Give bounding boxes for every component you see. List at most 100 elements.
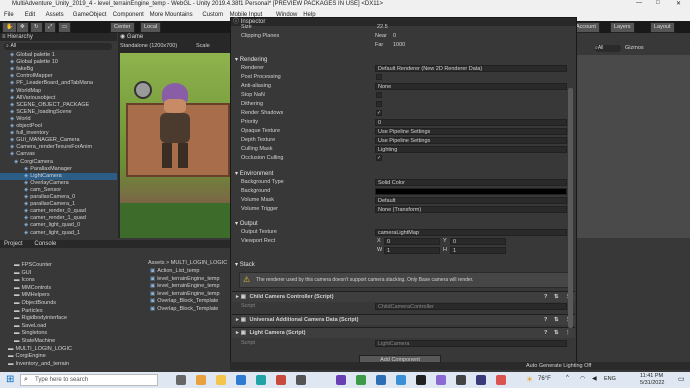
size-field[interactable]: 22.5 xyxy=(375,24,565,31)
scale-label[interactable]: Scale xyxy=(196,43,210,49)
hierarchy-item[interactable]: ◈ camer_render_0_quad xyxy=(0,208,117,215)
hierarchy-item[interactable]: ◈ SCENE_OBJECT_PACKAGE xyxy=(0,102,117,109)
project-folder-item[interactable]: ▬ SaveLoad xyxy=(14,323,46,330)
browser-icon[interactable] xyxy=(236,375,246,385)
project-tab[interactable]: Project xyxy=(4,241,23,247)
edge-icon[interactable] xyxy=(256,375,266,385)
project-folder-item[interactable]: ▬ Singletons xyxy=(14,330,47,337)
rendering-header[interactable]: ▾ Rendering xyxy=(235,56,267,64)
project-folder-item[interactable]: ▬ FPSCounter xyxy=(14,262,52,269)
hierarchy-item[interactable]: ◈ full_inventory xyxy=(0,130,117,137)
help-icon[interactable]: ? xyxy=(544,292,547,302)
language-text[interactable]: ENG xyxy=(604,376,616,382)
clock-date[interactable]: 5/31/2022 xyxy=(640,380,664,386)
app-icon-5[interactable] xyxy=(396,375,406,385)
menu-item-edit[interactable]: Edit xyxy=(25,12,35,18)
menu-item-file[interactable]: File xyxy=(4,12,14,18)
project-folder-item[interactable]: ▬ MMHelpers xyxy=(14,292,50,299)
app-icon-7[interactable] xyxy=(456,375,466,385)
stopnan-checkbox[interactable] xyxy=(376,92,382,98)
game-tab[interactable]: ◉ Game xyxy=(118,33,230,41)
hierarchy-item[interactable]: ◈ OverlayCamera xyxy=(0,180,117,187)
menu-item-component[interactable]: Component xyxy=(113,12,144,18)
occlusion-checkbox[interactable]: ✓ xyxy=(376,155,382,161)
task-view-icon[interactable] xyxy=(176,375,186,385)
scale-tool-button[interactable]: ⤢ xyxy=(44,22,57,33)
app-icon[interactable] xyxy=(196,375,206,385)
app-icon-3[interactable] xyxy=(296,375,306,385)
layers-dropdown[interactable]: Layers xyxy=(610,22,635,33)
app-icon-8[interactable] xyxy=(476,375,486,385)
help-icon[interactable]: ? xyxy=(544,315,547,325)
windows-start-icon[interactable]: ⊞ xyxy=(6,374,14,385)
hierarchy-item[interactable]: ◈ camer_light_quad_0 xyxy=(0,222,117,229)
background-color-swatch[interactable] xyxy=(375,188,567,195)
hierarchy-item[interactable]: ◈ ParallaxManager xyxy=(0,166,117,173)
hierarchy-item[interactable]: ◈ parallaxCamera_1 xyxy=(0,201,117,208)
near-field[interactable]: 0 xyxy=(391,33,565,40)
layout-dropdown[interactable]: Layout xyxy=(650,22,675,33)
vh-field[interactable]: 1 xyxy=(450,247,506,254)
hierarchy-item[interactable]: ◈ PF_LeaderBoard_andTabMana xyxy=(0,80,117,87)
project-folder-item[interactable]: ▬ CorgiEngine xyxy=(8,353,46,360)
bgtype-dropdown[interactable]: Solid Color xyxy=(375,179,567,186)
network-icon[interactable]: ◠ xyxy=(580,375,585,382)
hierarchy-item[interactable]: ◈ Global palette 10 xyxy=(0,59,117,66)
hierarchy-item[interactable]: ◈ camer_render_1_quad xyxy=(0,215,117,222)
settings-icon[interactable]: ⇅ xyxy=(554,315,559,325)
renderer-dropdown[interactable]: Default Renderer (New 2D Renderer Data) xyxy=(375,65,567,72)
stack-header[interactable]: ▾ Stack xyxy=(235,261,255,269)
project-folder-item[interactable]: ▬ Icons xyxy=(14,277,35,284)
hierarchy-item[interactable]: ◈ fakeBg xyxy=(0,66,117,73)
settings-icon[interactable]: ⇅ xyxy=(554,328,559,338)
project-folder-item[interactable]: ▬ StateMachine xyxy=(14,338,55,345)
hierarchy-item[interactable]: ◈ CorgiCamera xyxy=(0,159,117,166)
hierarchy-search[interactable]: ⌕ All xyxy=(4,43,112,50)
vw-field[interactable]: 1 xyxy=(384,247,440,254)
project-file-item[interactable]: ▣ level_terrainEngine_temp xyxy=(150,291,220,298)
component-header-light-camera[interactable]: ▸ ▣ Light Camera (Script) ? ⇅ ⋮ xyxy=(232,327,575,338)
hierarchy-item[interactable]: ◈ Camera_renderTexureForAnim xyxy=(0,144,117,151)
environment-header[interactable]: ▾ Environment xyxy=(235,170,273,178)
vy-field[interactable]: 0 xyxy=(450,238,506,245)
hierarchy-item[interactable]: ◈ SCENE_loadingScene xyxy=(0,109,117,116)
rotate-tool-button[interactable]: ↻ xyxy=(30,22,43,33)
more-icon[interactable]: ⋮ xyxy=(565,328,571,338)
close-icon[interactable]: ✕ xyxy=(676,0,681,7)
taskbar-search[interactable]: ⌕ Type here to search xyxy=(20,374,158,386)
minimize-icon[interactable]: — xyxy=(636,0,642,6)
hierarchy-tab[interactable]: ≡ Hierarchy xyxy=(0,33,117,41)
rect-tool-button[interactable]: ▭ xyxy=(58,22,72,33)
component-header-child-camera[interactable]: ▸ ▣ Child Camera Controller (Script) ? ⇅ … xyxy=(232,291,575,302)
project-folder-item[interactable]: ▬ GUI xyxy=(14,270,31,277)
hierarchy-item[interactable]: ◈ LightCamera xyxy=(0,172,117,180)
inspector-scrollbar[interactable] xyxy=(568,88,573,328)
project-folder-item[interactable]: ▬ MMControls xyxy=(14,285,51,292)
priority-field[interactable]: 0 xyxy=(375,119,567,126)
resolution-dropdown[interactable]: Standalone (1200x700) xyxy=(120,43,177,49)
opaque-dropdown[interactable]: Use Pipeline Settings xyxy=(375,128,567,135)
project-folder-item[interactable]: ▬ MULTI_LOGIN_LOGIC xyxy=(8,346,72,353)
aa-dropdown[interactable]: None xyxy=(375,83,567,90)
hierarchy-item[interactable]: ◈ World xyxy=(0,116,117,123)
hierarchy-item[interactable]: ◈ camer_light_quad_1 xyxy=(0,230,117,237)
outtex-field[interactable]: cameraLightMap xyxy=(375,229,567,236)
project-file-item[interactable]: ▣ level_terrainEngine_temp xyxy=(150,283,220,290)
menu-item-more-mountains[interactable]: More Mountains xyxy=(150,12,193,18)
shadows-checkbox[interactable]: ✓ xyxy=(376,110,382,116)
project-folder-item[interactable]: ▬ Particles xyxy=(14,308,43,315)
app-icon-9[interactable] xyxy=(496,375,506,385)
tray-chevron-icon[interactable]: ^ xyxy=(566,375,569,381)
weather-text[interactable]: 76°F xyxy=(538,376,551,382)
center-button[interactable]: Center xyxy=(110,22,135,33)
menu-item-gameobject[interactable]: GameObject xyxy=(73,12,107,18)
hand-tool-button[interactable]: ✋ xyxy=(2,22,17,33)
clock-time[interactable]: 11:41 PM xyxy=(640,373,663,379)
far-field[interactable]: 1000 xyxy=(391,42,565,49)
dither-checkbox[interactable] xyxy=(376,101,382,107)
app-icon-4[interactable] xyxy=(376,375,386,385)
postproc-checkbox[interactable] xyxy=(376,74,382,80)
project-file-item[interactable]: ▣ Overlap_Block_Template xyxy=(150,306,218,313)
project-file-item[interactable]: ▣ level_terrainEngine_temp xyxy=(150,276,220,283)
hierarchy-item[interactable]: ◈ Global palette 1 xyxy=(0,52,117,59)
